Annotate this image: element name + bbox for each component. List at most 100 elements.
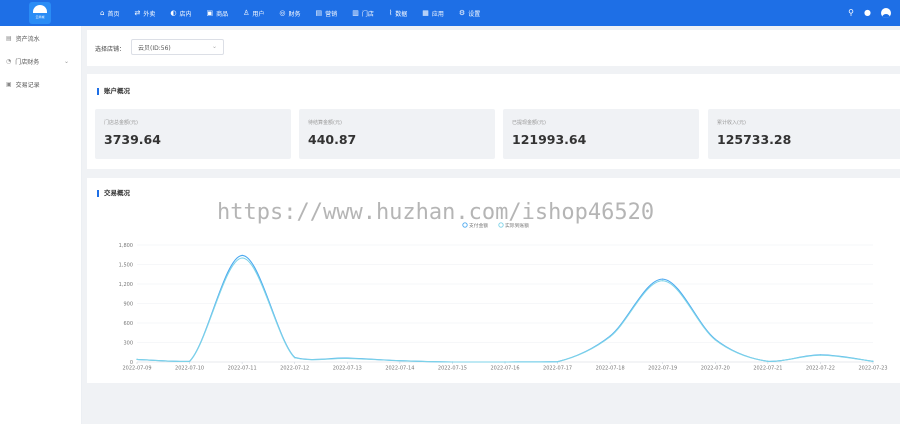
store-select-value: 云贝(ID:56) bbox=[138, 44, 171, 52]
y-tick-label: 300 bbox=[123, 340, 133, 346]
data-point bbox=[556, 361, 559, 363]
stat-card-withdrawn: 已提现金额(元) 121993.64 bbox=[503, 109, 699, 159]
data-point bbox=[872, 360, 874, 362]
x-tick-label: 2022-07-09 bbox=[122, 366, 151, 372]
data-point bbox=[714, 339, 716, 341]
y-tick-label: 600 bbox=[123, 321, 133, 327]
takeout-icon: ⇄ bbox=[134, 8, 141, 17]
x-tick-label: 2022-07-13 bbox=[333, 366, 362, 372]
marketing-icon: ▤ bbox=[315, 8, 323, 17]
series-line-1 bbox=[136, 257, 874, 363]
data-point bbox=[451, 361, 454, 363]
ledger-icon: ▤ bbox=[6, 35, 12, 42]
stat-label: 已提现金额(元) bbox=[512, 120, 546, 126]
sidebar-item-1[interactable]: ◔ 门店财务 ⌄ bbox=[0, 50, 81, 73]
watermark: https://www.huzhan.com/ishop46520 bbox=[217, 200, 655, 225]
y-tick-label: 1,500 bbox=[119, 262, 133, 268]
store-filter-panel: 选择店铺： 云贝(ID:56) ⌄ bbox=[87, 30, 900, 66]
nav-item-5[interactable]: ◎ 财务 bbox=[279, 9, 300, 18]
topbar-actions: ⚲ ● bbox=[838, 0, 891, 26]
x-tick-label: 2022-07-20 bbox=[701, 366, 730, 372]
store-finance-icon: ◔ bbox=[6, 58, 12, 65]
data-point bbox=[136, 358, 138, 360]
sidebar-item-2[interactable]: ▣ 交易记录 bbox=[0, 73, 81, 96]
nav-item-1[interactable]: ⇄ 外卖 bbox=[134, 9, 155, 18]
x-tick-label: 2022-07-16 bbox=[490, 366, 519, 372]
chevron-down-icon: ⌄ bbox=[63, 58, 69, 65]
data-point bbox=[609, 336, 611, 338]
nav-item-label: 营销 bbox=[325, 10, 338, 18]
app-logo[interactable]: 云商城 bbox=[29, 2, 51, 24]
nav-item-7[interactable]: ▥ 门店 bbox=[352, 9, 374, 18]
store-select-label: 选择店铺： bbox=[95, 46, 126, 53]
nav-item-label: 应用 bbox=[431, 10, 444, 18]
data-point bbox=[241, 254, 243, 256]
home-icon: ⌂ bbox=[100, 8, 105, 17]
chevron-down-icon: ⌄ bbox=[211, 43, 217, 50]
sidebar-item-label: 资产流水 bbox=[15, 36, 40, 43]
x-tick-label: 2022-07-17 bbox=[543, 366, 572, 372]
goods-icon: ▣ bbox=[206, 8, 214, 17]
x-tick-label: 2022-07-19 bbox=[648, 366, 677, 372]
nav-item-4[interactable]: ♙ 用户 bbox=[243, 9, 264, 18]
nav-item-9[interactable]: ▦ 应用 bbox=[422, 9, 444, 18]
x-tick-label: 2022-07-10 bbox=[175, 366, 204, 372]
nav-item-10[interactable]: ⚙ 设置 bbox=[459, 9, 480, 18]
y-tick-label: 1,200 bbox=[119, 282, 133, 288]
nav-item-3[interactable]: ▣ 商品 bbox=[206, 9, 228, 18]
user-icon: ♙ bbox=[243, 8, 250, 17]
x-tick-label: 2022-07-18 bbox=[596, 366, 625, 372]
data-point bbox=[662, 280, 664, 282]
nav-item-label: 店内 bbox=[179, 10, 192, 18]
stat-label: 门店总金额(元) bbox=[104, 120, 138, 126]
account-overview-title: 账户概况 bbox=[97, 88, 130, 95]
series-line-0 bbox=[136, 254, 874, 363]
stat-card-income: 累计收入(元) 125733.28 bbox=[708, 109, 900, 159]
nav-item-label: 首页 bbox=[107, 10, 120, 18]
stat-label: 待结算金额(元) bbox=[308, 120, 342, 126]
y-tick-label: 1,800 bbox=[119, 243, 133, 249]
bell-icon[interactable]: ● bbox=[864, 9, 871, 17]
nav-item-label: 门店 bbox=[361, 10, 374, 18]
avatar-icon[interactable] bbox=[881, 8, 891, 18]
dine-in-icon: ◐ bbox=[170, 8, 177, 17]
data-point bbox=[767, 360, 769, 362]
nav-item-label: 设置 bbox=[468, 10, 481, 18]
logo-text: 云商城 bbox=[35, 15, 45, 19]
x-tick-label: 2022-07-21 bbox=[753, 366, 782, 372]
x-tick-label: 2022-07-23 bbox=[858, 366, 887, 372]
x-tick-label: 2022-07-12 bbox=[280, 366, 309, 372]
sidebar-item-label: 门店财务 bbox=[15, 59, 40, 66]
apps-icon: ▦ bbox=[422, 8, 429, 17]
account-overview-panel: 账户概况 门店总金额(元) 3739.64 待结算金额(元) 440.87 已提… bbox=[87, 74, 900, 169]
store-icon: ▥ bbox=[352, 8, 359, 17]
nav-item-8[interactable]: ⌇ 数据 bbox=[389, 9, 407, 18]
nav-item-label: 外卖 bbox=[143, 10, 156, 18]
sidebar-item-label: 交易记录 bbox=[15, 82, 40, 89]
x-tick-label: 2022-07-14 bbox=[385, 366, 414, 372]
stat-value: 125733.28 bbox=[717, 132, 792, 147]
data-point bbox=[294, 357, 296, 359]
x-tick-label: 2022-07-22 bbox=[806, 366, 835, 372]
nav-item-2[interactable]: ◐ 店内 bbox=[170, 9, 191, 18]
stat-card-store-total: 门店总金额(元) 3739.64 bbox=[95, 109, 291, 159]
stat-value: 3739.64 bbox=[104, 132, 161, 147]
stat-value: 121993.64 bbox=[512, 132, 587, 147]
data-point bbox=[504, 361, 506, 363]
nav-item-0[interactable]: ⌂ 首页 bbox=[100, 9, 119, 18]
data-point bbox=[819, 354, 822, 356]
data-point bbox=[399, 360, 401, 362]
nav-item-label: 商品 bbox=[216, 10, 229, 18]
main-nav: ⌂ 首页 ⇄ 外卖 ◐ 店内 ▣ 商品 ♙ 用户 ◎ 财务 ▤ 营销 ▥ 门店 ⌇ 数据 ▦ 应用 ⚙ 设置 bbox=[100, 0, 495, 26]
nav-item-label: 用户 bbox=[252, 10, 265, 18]
search-icon[interactable]: ⚲ bbox=[848, 9, 854, 17]
nav-item-label: 财务 bbox=[288, 10, 301, 18]
data-icon: ⌇ bbox=[388, 8, 393, 17]
y-tick-label: 900 bbox=[123, 301, 133, 307]
nav-item-6[interactable]: ▤ 营销 bbox=[316, 9, 338, 18]
top-navbar: 云商城 ⌂ 首页 ⇄ 外卖 ◐ 店内 ▣ 商品 ♙ 用户 ◎ 财务 ▤ 营销 ▥ 门店 ⌇ 数据 ▦ 应用 ⚙ 设置 ⚲ … bbox=[0, 0, 900, 26]
sidebar-item-0[interactable]: ▤ 资产流水 bbox=[0, 27, 81, 50]
store-select[interactable]: 云贝(ID:56) ⌄ bbox=[131, 39, 224, 55]
finance-icon: ◎ bbox=[279, 8, 286, 17]
data-point bbox=[346, 357, 348, 360]
